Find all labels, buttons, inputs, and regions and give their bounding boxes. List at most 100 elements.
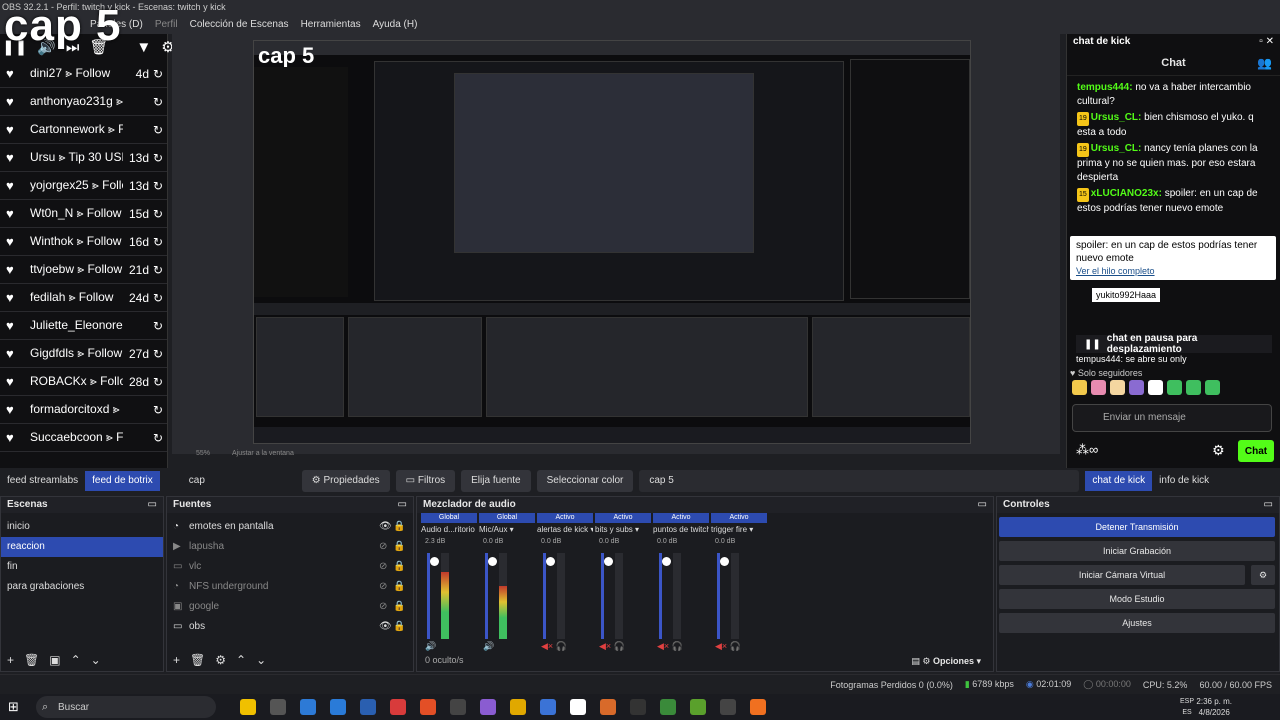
taskbar-app-icon[interactable] (330, 699, 346, 715)
taskbar-app-icon[interactable] (630, 699, 646, 715)
speaker-icon[interactable]: 🔊 (483, 641, 494, 652)
taskbar-app-icon[interactable] (660, 699, 676, 715)
event-row[interactable]: ♥ Winthok ⪢ Follow 16d ↻ (0, 228, 167, 256)
view-thread-link[interactable]: Ver el hilo completo (1076, 265, 1270, 278)
lock-icon[interactable]: 🔒 (393, 517, 407, 537)
taskbar-search[interactable]: ⌕ Buscar (36, 696, 216, 718)
mixer-options-button[interactable]: ▤ ⚙ Opciones ▾ (911, 656, 981, 667)
channel-name[interactable]: trigger fire ▾ (711, 525, 767, 534)
event-row[interactable]: ♥ ROBACKx ⪢ Follow 28d ↻ (0, 368, 167, 396)
up-icon[interactable]: ⌃ (236, 653, 246, 667)
event-row[interactable]: ♥ dini27 ⪢ Follow 4d ↻ (0, 60, 167, 88)
source-item[interactable]: ▭ vlc ⊘ 🔒 (167, 557, 413, 577)
replay-icon[interactable]: ↻ (153, 95, 167, 109)
dock-float-icon[interactable]: ▭ (398, 499, 407, 511)
taskbar-app-icon[interactable] (600, 699, 616, 715)
event-row[interactable]: ♥ fedilah ⪢ Follow 24d ↻ (0, 284, 167, 312)
eye-off-icon[interactable]: ⊘ (379, 557, 393, 577)
replay-icon[interactable]: ↻ (153, 207, 167, 221)
filters-button[interactable]: ▭ Filtros (395, 470, 456, 492)
emote-icon[interactable] (1072, 380, 1087, 395)
emote-icon[interactable] (1167, 380, 1182, 395)
menu-item-herramientas[interactable]: Herramientas (301, 19, 361, 30)
muted-speaker-icon[interactable]: ◀× 🎧 (657, 641, 683, 652)
dock-float-icon[interactable]: ▭ (978, 499, 987, 511)
lock-icon[interactable]: 🔒 (393, 617, 407, 637)
chat-username[interactable]: Ursus_CL: (1091, 143, 1142, 154)
windows-start-icon[interactable]: ⊞ (8, 699, 19, 715)
source-item[interactable]: ▭ obs 👁 🔒 (167, 617, 413, 637)
taskbar-app-icon[interactable] (390, 699, 406, 715)
lock-icon[interactable]: 🔒 (393, 557, 407, 577)
channel-name[interactable]: Audio d...ritorio ▾ (421, 525, 477, 534)
source-item[interactable]: ▶ lapusha ⊘ 🔒 (167, 537, 413, 557)
emote-icon[interactable] (1205, 380, 1220, 395)
channel-name[interactable]: alertas de kick ▾ (537, 525, 593, 534)
virtual-camera-button[interactable]: Iniciar Cámara Virtual (999, 565, 1245, 585)
source-name-field[interactable]: cap 5 (639, 470, 1080, 492)
filter-icon[interactable]: ▣ (49, 653, 60, 667)
menu-item-ayuda[interactable]: Ayuda (H) (373, 19, 418, 30)
chat-username[interactable]: tempus444: (1077, 82, 1133, 93)
dock-controls-icon[interactable]: ▫ ✕ (1259, 36, 1274, 48)
replay-icon[interactable]: ↻ (153, 375, 167, 389)
taskbar-app-icon[interactable] (240, 699, 256, 715)
scene-item[interactable]: para grabaciones (1, 577, 163, 597)
taskbar-app-icon[interactable] (270, 699, 286, 715)
source-item[interactable]: ◔ emotes en pantalla 👁 🔒 (167, 517, 413, 537)
taskbar-clock[interactable]: 2:36 p. m. 4/8/2026 (1196, 696, 1232, 718)
event-row[interactable]: ♥ anthonyao231g ⪢ Follow ↻ (0, 88, 167, 116)
taskbar-app-icon[interactable] (540, 699, 556, 715)
eye-icon[interactable]: 👁 (379, 517, 393, 537)
replay-icon[interactable]: ↻ (153, 123, 167, 137)
chat-username[interactable]: Ursus_CL: (1091, 112, 1142, 123)
replay-icon[interactable]: ↻ (153, 319, 167, 333)
replay-icon[interactable]: ↻ (153, 151, 167, 165)
replay-icon[interactable]: ↻ (153, 263, 167, 277)
volume-slider[interactable] (485, 553, 497, 639)
replay-icon[interactable]: ↻ (153, 291, 167, 305)
muted-speaker-icon[interactable]: ◀× 🎧 (599, 641, 625, 652)
trash-icon[interactable]: 🗑 (24, 653, 39, 667)
menu-item-perfil[interactable]: Perfil (155, 19, 178, 30)
tab-feed-botrix[interactable]: feed de botrix (85, 471, 160, 491)
volume-slider[interactable] (717, 553, 729, 639)
taskbar-app-icon[interactable] (360, 699, 376, 715)
zoom-label[interactable]: Ajustar a la ventana (232, 450, 294, 457)
stop-stream-button[interactable]: Detener Transmisión (999, 517, 1275, 537)
emote-icon[interactable] (1091, 380, 1106, 395)
eye-off-icon[interactable]: ⊘ (379, 537, 393, 557)
eye-off-icon[interactable]: ⊘ (379, 577, 393, 597)
tab-chat-kick[interactable]: chat de kick (1085, 471, 1153, 491)
volume-knob[interactable] (604, 557, 613, 566)
up-icon[interactable]: ⌃ (71, 653, 81, 667)
volume-knob[interactable] (546, 557, 555, 566)
taskbar-app-icon[interactable] (420, 699, 436, 715)
channel-name[interactable]: Mic/Aux ▾ (479, 525, 535, 534)
volume-slider[interactable] (601, 553, 613, 639)
dock-float-icon[interactable]: ▭ (1264, 499, 1273, 511)
language-indicator[interactable]: ESP ES (1180, 696, 1194, 718)
channel-name[interactable]: puntos de twitch ▾ (653, 525, 709, 534)
emote-icon[interactable] (1148, 380, 1163, 395)
volume-knob[interactable] (662, 557, 671, 566)
volume-knob[interactable] (488, 557, 497, 566)
replay-icon[interactable]: ↻ (153, 347, 167, 361)
eye-icon[interactable]: 👁 (379, 617, 393, 637)
speaker-icon[interactable]: 🔊 (425, 641, 436, 652)
event-row[interactable]: ♥ formadorcitoxd ⪢ Follow ↻ (0, 396, 167, 424)
emote-icon[interactable] (1110, 380, 1125, 395)
scene-item[interactable]: reaccion (1, 537, 163, 557)
taskbar-app-icon[interactable] (690, 699, 706, 715)
muted-speaker-icon[interactable]: ◀× 🎧 (541, 641, 567, 652)
replay-icon[interactable]: ↻ (153, 179, 167, 193)
scene-item[interactable]: inicio (1, 517, 163, 537)
gear-icon[interactable]: ⚙ (215, 653, 226, 667)
trash-icon[interactable]: 🗑 (190, 653, 205, 667)
chat-input[interactable]: Enviar un mensaje (1072, 404, 1272, 432)
zoom-value[interactable]: 55% (196, 450, 210, 457)
taskbar-app-icon[interactable] (720, 699, 736, 715)
taskbar-app-icon[interactable] (450, 699, 466, 715)
taskbar-app-icon[interactable] (510, 699, 526, 715)
studio-mode-button[interactable]: Modo Estudio (999, 589, 1275, 609)
